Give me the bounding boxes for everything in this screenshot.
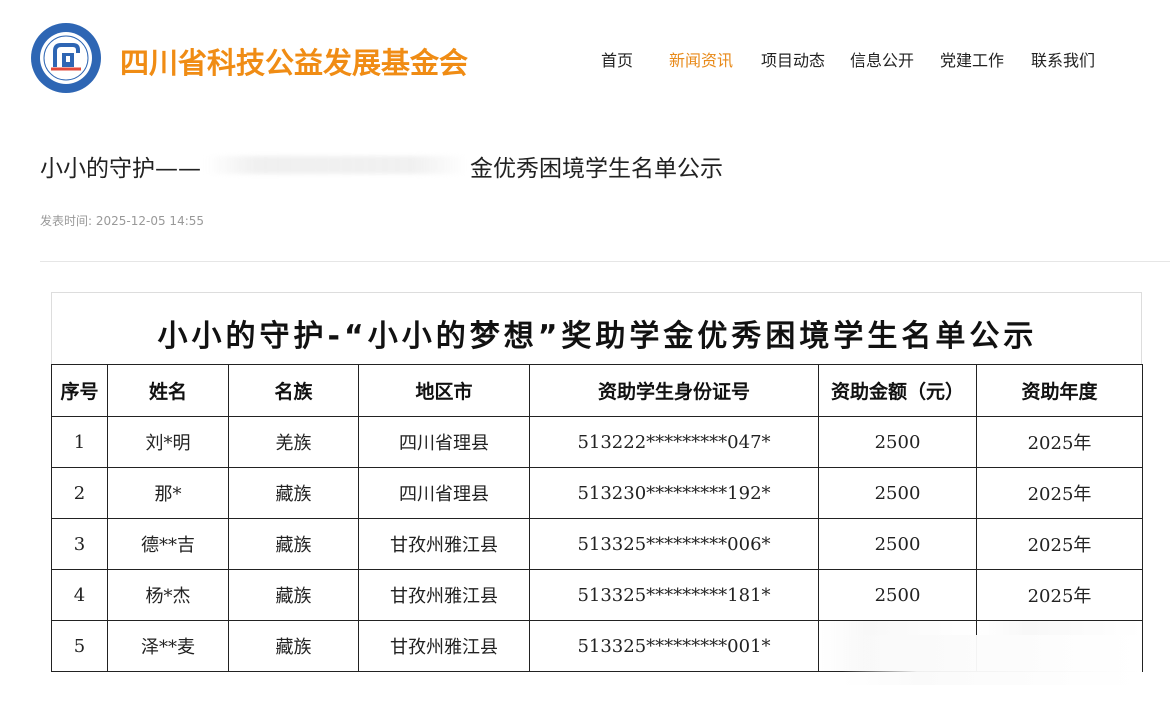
table-cell: 1 xyxy=(51,416,108,468)
table-cell: 藏族 xyxy=(228,569,359,621)
title-redaction-blur xyxy=(205,156,467,174)
column-header: 地区市 xyxy=(358,364,530,417)
table-cell: 513325*********006* xyxy=(529,518,819,570)
table-row: 3 德**吉 藏族 甘孜州雅江县 513325*********006* 250… xyxy=(51,518,1143,570)
column-header: 姓名 xyxy=(107,364,229,417)
table-cell: 甘孜州雅江县 xyxy=(358,569,530,621)
publish-time: 2025-12-05 14:55 xyxy=(95,214,205,228)
table-row: 4 杨*杰 藏族 甘孜州雅江县 513325*********181* 2500… xyxy=(51,569,1143,621)
table-cell: 甘孜州雅江县 xyxy=(358,518,530,570)
table-cell: 2025年 xyxy=(976,569,1143,621)
nav-item-home[interactable]: 首页 xyxy=(601,47,633,71)
table-cell: 甘孜州雅江县 xyxy=(358,620,530,672)
table-cell: 四川省理县 xyxy=(358,467,530,519)
publish-meta: 发表时间: 2025-12-05 14:55 xyxy=(40,212,204,229)
table-cell: 2 xyxy=(51,467,108,519)
table-cell: 那* xyxy=(107,467,229,519)
table-cell: 刘*明 xyxy=(107,416,229,468)
column-header: 资助金额（元） xyxy=(818,364,977,417)
table-cell: 3 xyxy=(51,518,108,570)
table-cell: 5 xyxy=(51,620,108,672)
nav-item-party-building[interactable]: 党建工作 xyxy=(940,47,1004,71)
table-cell: 德**吉 xyxy=(107,518,229,570)
announcement-document: 小小的守护-“小小的梦想”奖助学金优秀困境学生名单公示 序号 姓名 名族 地区市… xyxy=(51,292,1143,676)
site-title[interactable]: 四川省科技公益发展基金会 xyxy=(120,40,468,82)
table-cell: 藏族 xyxy=(228,518,359,570)
divider xyxy=(40,261,1170,262)
table-cell: 藏族 xyxy=(228,467,359,519)
table-cell: 4 xyxy=(51,569,108,621)
table-cell: 杨*杰 xyxy=(107,569,229,621)
table-cell: 藏族 xyxy=(228,620,359,672)
table-cell: 泽**麦 xyxy=(107,620,229,672)
table-row: 1 刘*明 羌族 四川省理县 513222*********047* 2500 … xyxy=(51,416,1143,468)
table-row: 2 那* 藏族 四川省理县 513230*********192* 2500 2… xyxy=(51,467,1143,519)
table-cell: 513325*********181* xyxy=(529,569,819,621)
table-cell: 2025年 xyxy=(976,467,1143,519)
table-header-row: 序号 姓名 名族 地区市 资助学生身份证号 资助金额（元） 资助年度 xyxy=(51,364,1143,417)
table-fade-overlay xyxy=(842,635,1142,685)
column-header: 资助学生身份证号 xyxy=(529,364,819,417)
column-header: 名族 xyxy=(228,364,359,417)
foundation-logo-icon[interactable] xyxy=(31,23,101,93)
document-title: 小小的守护-“小小的梦想”奖助学金优秀困境学生名单公示 xyxy=(157,319,1038,354)
nav-item-disclosure[interactable]: 信息公开 xyxy=(850,47,914,71)
table-cell: 2025年 xyxy=(976,518,1143,570)
nav-item-projects[interactable]: 项目动态 xyxy=(761,47,825,71)
table-cell: 513230*********192* xyxy=(529,467,819,519)
column-header: 资助年度 xyxy=(976,364,1143,417)
column-header: 序号 xyxy=(51,364,108,417)
nav-item-contact[interactable]: 联系我们 xyxy=(1031,47,1095,71)
table-cell: 羌族 xyxy=(228,416,359,468)
article-title: 小小的守护—— xyxy=(40,156,201,182)
table-cell: 513222*********047* xyxy=(529,416,819,468)
table-cell: 2500 xyxy=(818,467,977,519)
table-cell: 四川省理县 xyxy=(358,416,530,468)
table-cell: 2500 xyxy=(818,416,977,468)
table-cell: 2500 xyxy=(818,518,977,570)
table-cell: 2025年 xyxy=(976,416,1143,468)
table-cell: 513325*********001* xyxy=(529,620,819,672)
nav-item-news[interactable]: 新闻资讯 xyxy=(669,47,733,71)
publish-label: 发表时间: xyxy=(40,214,93,228)
article-title-suffix: 金优秀困境学生名单公示 xyxy=(470,156,723,182)
document-header: 小小的守护-“小小的梦想”奖助学金优秀困境学生名单公示 xyxy=(51,292,1142,364)
table-cell: 2500 xyxy=(818,569,977,621)
student-list-table: 序号 姓名 名族 地区市 资助学生身份证号 资助金额（元） 资助年度 1 刘*明… xyxy=(51,364,1143,672)
site-header: 四川省科技公益发展基金会 首页 新闻资讯 项目动态 信息公开 党建工作 联系我们 xyxy=(0,0,1174,115)
